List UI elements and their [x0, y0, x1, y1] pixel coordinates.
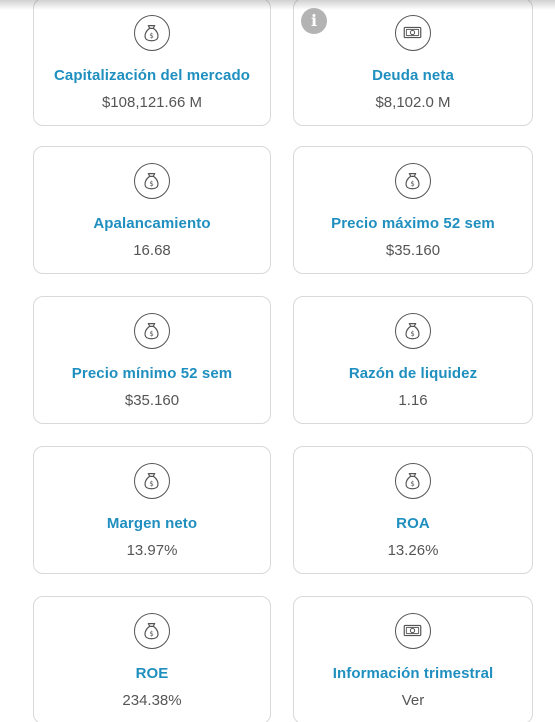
header-shadow [0, 0, 555, 10]
metric-title: Deuda neta [372, 67, 454, 84]
svg-text:$: $ [410, 330, 414, 338]
metric-title: ROA [396, 515, 430, 532]
svg-text:$: $ [149, 330, 153, 338]
metric-value: 1.16 [398, 392, 428, 409]
metric-title: Capitalización del mercado [54, 67, 250, 84]
metric-card-roe[interactable]: $ ROE 234.38% [33, 596, 271, 722]
metric-card-net-debt[interactable]: Deuda neta $8,102.0 M [293, 0, 533, 126]
metric-card-roa[interactable]: $ ROA 13.26% [293, 446, 533, 574]
svg-text:$: $ [149, 32, 153, 40]
money-bag-icon: $ [134, 15, 170, 51]
banknote-icon [395, 15, 431, 51]
metric-card-52w-low[interactable]: $ Precio mínimo 52 sem $35.160 [33, 296, 271, 424]
metric-title: Precio mínimo 52 sem [71, 365, 233, 382]
money-bag-icon: $ [134, 613, 170, 649]
metric-card-52w-high[interactable]: $ Precio máximo 52 sem $35.160 [293, 146, 533, 274]
view-link[interactable]: Ver [294, 692, 532, 709]
money-bag-icon: $ [395, 463, 431, 499]
info-icon[interactable]: i [301, 8, 327, 34]
money-bag-icon: $ [134, 163, 170, 199]
metric-card-leverage[interactable]: $ Apalancamiento 16.68 [33, 146, 271, 274]
metric-value: $35.160 [124, 392, 180, 409]
metric-title: Margen neto [106, 515, 198, 532]
metric-title: Razón de liquidez [348, 365, 478, 382]
metric-value: 234.38% [122, 692, 182, 709]
svg-text:$: $ [149, 180, 153, 188]
svg-text:$: $ [410, 180, 414, 188]
money-bag-icon: $ [395, 313, 431, 349]
svg-text:$: $ [149, 630, 153, 638]
metric-value: $35.160 [385, 242, 441, 259]
metric-card-market-cap[interactable]: $ Capitalización del mercado $108,121.66… [33, 0, 271, 126]
svg-text:$: $ [410, 480, 414, 488]
metric-value: 16.68 [133, 242, 171, 259]
financial-metrics-page: i $ Capitalización del mercado $108,121.… [0, 0, 555, 722]
metric-value: $108,121.66 M [101, 94, 203, 111]
money-bag-icon: $ [134, 463, 170, 499]
metric-title: Información trimestral [332, 665, 494, 682]
metric-title: Precio máximo 52 sem [331, 215, 495, 232]
metric-card-liquidity-ratio[interactable]: $ Razón de liquidez 1.16 [293, 296, 533, 424]
money-bag-icon: $ [134, 313, 170, 349]
banknote-icon [395, 613, 431, 649]
metric-value: 13.97% [126, 542, 178, 559]
metric-title: ROE [135, 665, 169, 682]
metric-value: $8,102.0 M [375, 94, 451, 111]
metric-card-net-margin[interactable]: $ Margen neto 13.97% [33, 446, 271, 574]
metric-value: 13.26% [387, 542, 439, 559]
metric-title: Apalancamiento [93, 215, 211, 232]
metric-card-quarterly-info[interactable]: Información trimestral Ver [293, 596, 533, 722]
svg-text:$: $ [149, 480, 153, 488]
money-bag-icon: $ [395, 163, 431, 199]
